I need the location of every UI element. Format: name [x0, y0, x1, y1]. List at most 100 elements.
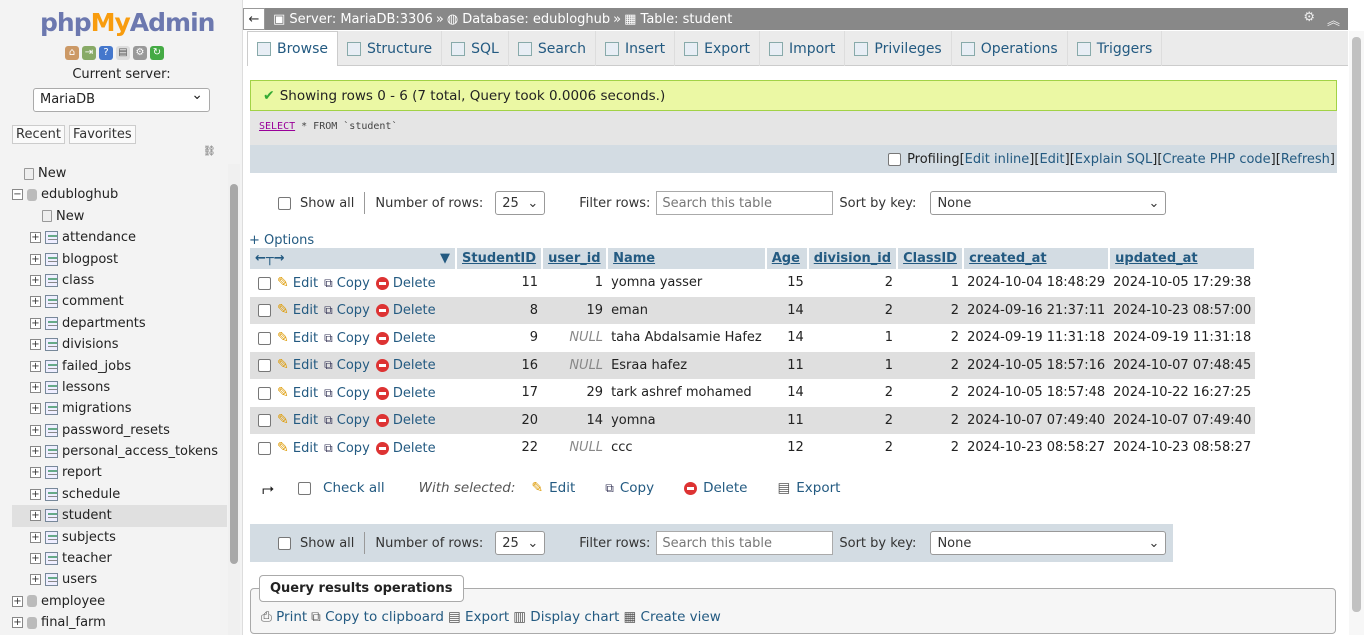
tab-operations[interactable]: Operations	[952, 31, 1068, 66]
cell-created-at[interactable]: 2024-10-05 18:57:48	[963, 379, 1110, 407]
recent-tab[interactable]: Recent	[12, 125, 65, 144]
link-icon[interactable]: ⛓	[203, 146, 216, 157]
tree-item-failed-jobs[interactable]: + failed_jobs	[12, 356, 227, 377]
expand-icon[interactable]: +	[30, 488, 41, 500]
tab-browse[interactable]: Browse	[247, 31, 338, 66]
cell-division-id[interactable]: 1	[807, 351, 898, 379]
bulk-copy-button[interactable]: Copy	[620, 480, 654, 496]
row-delete-link[interactable]: Delete	[393, 331, 436, 346]
tree-item-new[interactable]: New	[12, 206, 227, 227]
row-edit-link[interactable]: Edit	[293, 303, 318, 318]
cell-division-id[interactable]: 1	[807, 324, 898, 352]
phpmyadmin-logo[interactable]: phpMyAdmin	[40, 8, 215, 37]
column-header-user-id[interactable]: user_id	[542, 248, 609, 269]
tree-item-teacher[interactable]: + teacher	[12, 548, 227, 569]
reload-icon[interactable]: ↻	[150, 46, 164, 60]
expand-icon[interactable]: +	[30, 531, 41, 543]
expand-icon[interactable]: +	[12, 617, 23, 629]
cell-division-id[interactable]: 2	[807, 379, 898, 407]
tree-item-blogpost[interactable]: + blogpost	[12, 249, 227, 270]
cell-studentid[interactable]: 9	[456, 324, 543, 352]
row-checkbox[interactable]	[258, 276, 271, 290]
server-select[interactable]: MariaDB	[33, 87, 210, 112]
row-copy-link[interactable]: Copy	[337, 331, 370, 346]
row-edit-link[interactable]: Edit	[293, 441, 318, 456]
tree-item-personal-access-tokens[interactable]: + personal_access_tokens	[12, 441, 227, 462]
breadcrumb-server[interactable]: ▣ Server: MariaDB:3306	[273, 12, 433, 27]
row-copy-link[interactable]: Copy	[337, 413, 370, 428]
filter-input-bottom[interactable]: Search this table	[656, 531, 834, 555]
row-edit-link[interactable]: Edit	[293, 358, 318, 373]
cell-name[interactable]: Esraa hafez	[607, 351, 766, 379]
tree-item-employee[interactable]: + employee	[12, 591, 227, 612]
row-delete-link[interactable]: Delete	[393, 386, 436, 401]
home-icon[interactable]: ⌂	[65, 46, 79, 60]
cell-updated-at[interactable]: 2024-10-07 07:49:40	[1109, 406, 1256, 434]
profiling-link-explain-sql[interactable]: Explain SQL	[1075, 152, 1152, 167]
tree-item-edubloghub[interactable]: − edubloghub	[12, 184, 227, 205]
expand-icon[interactable]: +	[30, 467, 41, 479]
cell-studentid[interactable]: 22	[456, 434, 543, 462]
tree-item-subjects[interactable]: + subjects	[12, 527, 227, 548]
query-op-display-chart[interactable]: Display chart	[530, 609, 619, 625]
tree-item-lessons[interactable]: + lessons	[12, 377, 227, 398]
collapse-icon[interactable]: ︽	[1327, 10, 1340, 29]
profiling-link-create-php-code[interactable]: Create PHP code	[1162, 152, 1270, 167]
cell-studentid[interactable]: 20	[456, 406, 543, 434]
cell-created-at[interactable]: 2024-09-16 21:37:11	[963, 296, 1110, 324]
tree-item-departments[interactable]: + departments	[12, 313, 227, 334]
cell-updated-at[interactable]: 2024-10-23 08:57:00	[1109, 296, 1256, 324]
sort-select-bottom[interactable]: None ⌄	[930, 531, 1167, 555]
row-edit-link[interactable]: Edit	[293, 276, 318, 291]
query-op-export[interactable]: Export	[465, 609, 509, 625]
tab-structure[interactable]: Structure	[338, 31, 443, 66]
cell-user-id[interactable]: NULL	[542, 324, 608, 352]
row-checkbox[interactable]	[258, 386, 271, 400]
tree-item-divisions[interactable]: + divisions	[12, 334, 227, 355]
tab-privileges[interactable]: Privileges	[845, 31, 952, 66]
tree-item-users[interactable]: + users	[12, 569, 227, 590]
cell-age[interactable]: 11	[765, 406, 808, 434]
expand-icon[interactable]: +	[30, 510, 41, 522]
expand-icon[interactable]: +	[30, 446, 41, 458]
cell-user-id[interactable]: 19	[542, 296, 608, 324]
expand-icon[interactable]: +	[30, 339, 41, 351]
favorites-tab[interactable]: Favorites	[68, 125, 136, 144]
num-rows-select[interactable]: 25 ⌄	[495, 191, 546, 215]
tab-export[interactable]: Export	[675, 31, 760, 66]
cell-classid[interactable]: 2	[897, 296, 964, 324]
cell-user-id[interactable]: 14	[542, 406, 608, 434]
cell-created-at[interactable]: 2024-10-05 18:57:16	[963, 351, 1110, 379]
row-checkbox[interactable]	[258, 414, 271, 428]
breadcrumb-database[interactable]: ◍ Database: edubloghub	[447, 12, 610, 27]
cell-studentid[interactable]: 17	[456, 379, 543, 407]
tree-item-new[interactable]: New	[12, 163, 227, 184]
column-header-name[interactable]: Name	[607, 248, 767, 269]
cell-updated-at[interactable]: 2024-10-07 07:48:45	[1109, 351, 1256, 379]
cell-studentid[interactable]: 8	[456, 296, 543, 324]
tab-search[interactable]: Search	[509, 31, 596, 66]
expand-icon[interactable]: +	[30, 317, 41, 329]
cell-classid[interactable]: 1	[897, 269, 964, 297]
sort-arrows-header[interactable]: ←┬→ ▼	[250, 248, 457, 269]
tree-item-student[interactable]: + student	[12, 505, 227, 527]
row-delete-link[interactable]: Delete	[393, 413, 436, 428]
cell-created-at[interactable]: 2024-10-04 18:48:29	[963, 269, 1110, 297]
tab-import[interactable]: Import	[760, 31, 846, 66]
cell-division-id[interactable]: 2	[807, 434, 898, 462]
cell-user-id[interactable]: NULL	[542, 351, 608, 379]
settings-icon[interactable]: ⚙	[133, 46, 147, 60]
row-edit-link[interactable]: Edit	[293, 331, 318, 346]
cell-age[interactable]: 14	[765, 296, 808, 324]
expand-icon[interactable]: −	[12, 189, 23, 201]
cell-user-id[interactable]: 29	[542, 379, 608, 407]
cell-name[interactable]: yomna yasser	[607, 269, 766, 297]
expand-icon[interactable]: +	[30, 360, 41, 372]
query-op-create-view[interactable]: Create view	[641, 609, 721, 625]
cell-updated-at[interactable]: 2024-10-05 17:29:38	[1109, 269, 1256, 297]
row-copy-link[interactable]: Copy	[337, 386, 370, 401]
tree-item-final-farm[interactable]: + final_farm	[12, 612, 227, 633]
cell-division-id[interactable]: 2	[807, 406, 898, 434]
main-scrollbar[interactable]	[1349, 31, 1364, 635]
logout-icon[interactable]: ⇥	[82, 46, 96, 60]
